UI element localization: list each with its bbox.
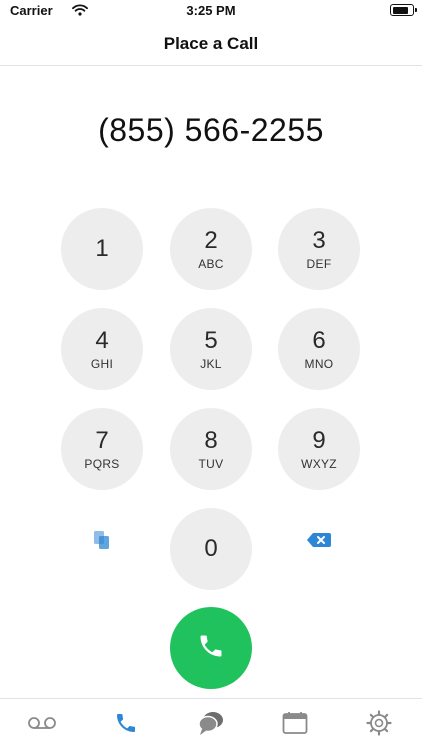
key-digit: 8 [204, 426, 218, 454]
key-letters: DEF [306, 256, 332, 271]
key-9[interactable]: 9 WXYZ [278, 408, 360, 490]
key-letters: TUV [198, 456, 224, 471]
key-letters: WXYZ [301, 456, 337, 471]
clock: 3:25 PM [186, 3, 236, 18]
voicemail-icon [27, 716, 57, 735]
key-letters: JKL [200, 356, 222, 371]
key-1[interactable]: 1 [61, 208, 143, 290]
call-button[interactable] [170, 607, 252, 689]
tab-calendar[interactable] [265, 705, 325, 745]
key-7[interactable]: 7 PQRS [61, 408, 143, 490]
paste-icon [92, 529, 112, 556]
key-digit: 4 [95, 326, 109, 354]
status-bar: Carrier 3:25 PM [0, 0, 422, 22]
tab-messages[interactable] [181, 705, 241, 745]
chat-bubble-icon [197, 710, 225, 741]
page-title: Place a Call [163, 34, 259, 53]
phone-icon [197, 632, 225, 665]
key-2[interactable]: 2 ABC [170, 208, 252, 290]
key-letters: GHI [90, 356, 114, 371]
key-4[interactable]: 4 GHI [61, 308, 143, 390]
key-3[interactable]: 3 DEF [278, 208, 360, 290]
key-digit: 0 [204, 535, 218, 562]
gear-icon [366, 709, 392, 741]
tab-bar [0, 698, 422, 751]
key-letters: PQRS [84, 456, 120, 471]
key-letters: MNO [304, 356, 334, 371]
key-digit: 9 [312, 426, 326, 454]
tab-voicemail[interactable] [12, 705, 72, 745]
key-digit: 6 [312, 326, 326, 354]
key-digit: 7 [95, 426, 109, 454]
key-digit: 2 [204, 226, 218, 254]
backspace-icon [306, 532, 332, 553]
tab-settings[interactable] [349, 705, 409, 745]
paste-button[interactable] [80, 520, 124, 564]
phone-icon [114, 711, 138, 740]
key-8[interactable]: 8 TUV [170, 408, 252, 490]
key-0[interactable]: 0 [170, 508, 252, 590]
dialed-number: (855) 566-2255 [98, 112, 324, 148]
key-6[interactable]: 6 MNO [278, 308, 360, 390]
calendar-icon [282, 711, 308, 740]
key-letters: ABC [198, 256, 224, 271]
nav-bar: Place a Call [0, 22, 422, 66]
key-digit: 1 [95, 235, 109, 262]
key-digit: 3 [312, 226, 326, 254]
key-digit: 5 [204, 326, 218, 354]
tab-phone[interactable] [96, 705, 156, 745]
battery-icon [390, 4, 417, 16]
key-5[interactable]: 5 JKL [170, 308, 252, 390]
delete-button[interactable] [297, 520, 341, 564]
